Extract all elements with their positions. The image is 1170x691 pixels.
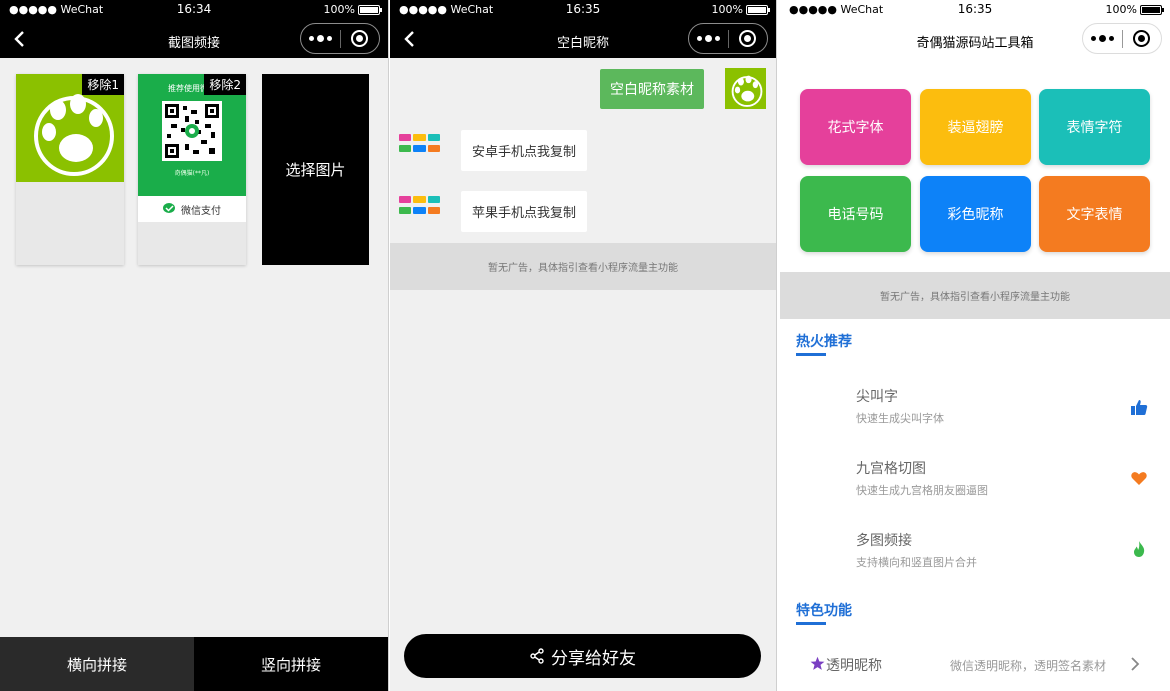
featured-title: 透明昵称 [826,658,882,674]
tile-emoji-chars[interactable]: 表情字符 [1039,89,1150,165]
flame-icon[interactable] [1130,540,1148,558]
screen-blank-nickname: ●●●●● WeChat 16:35 100% 空白昵称 空白昵称素材 安卓手机… [390,0,777,691]
tile-phone-number[interactable]: 电话号码 [800,176,911,252]
rec-desc-nine-grid: 快速生成九宫格朋友圈逼图 [856,484,988,497]
miniprogram-capsule [1082,23,1162,54]
blank-nickname-material-bubble[interactable]: 空白昵称素材 [600,69,704,109]
qr-code-image [162,101,222,161]
more-icon[interactable] [1083,35,1122,42]
miniprogram-capsule [300,23,380,54]
battery-icon [358,4,382,15]
battery-percent: 100% [323,3,355,16]
chevron-right-icon [1131,657,1140,671]
rec-desc-scream: 快速生成尖叫字体 [856,412,944,425]
horizontal-stitch-button[interactable]: 横向拼接 [0,637,194,691]
share-label: 分享给好友 [551,648,636,669]
rec-title-scream[interactable]: 尖叫字 [856,386,898,406]
close-miniprogram-icon[interactable] [728,30,767,47]
stitch-mode-tabs: 横向拼接 竖向拼接 [0,637,388,691]
ad-banner: 暂无广告，具体指引查看小程序流量主功能 [390,243,776,290]
battery-icon [1140,4,1164,15]
share-to-friend-button[interactable]: 分享给好友 [404,634,761,678]
nav-bar: 截图频接 [0,20,388,58]
tile-color-nickname[interactable]: 彩色昵称 [920,176,1031,252]
battery-icon [746,4,770,15]
apple-copy-button[interactable]: 苹果手机点我复制 [461,191,588,232]
featured-desc: 微信透明昵称，透明签名素材 [950,659,1107,673]
avatar [725,68,766,109]
wechat-pay-icon [163,203,175,213]
android-copy-button[interactable]: 安卓手机点我复制 [461,130,588,171]
battery-percent: 100% [711,3,743,16]
featured-row-transparent-nickname[interactable]: 透明昵称 微信透明昵称，透明签名素材 [780,645,1170,685]
rec-title-nine-grid[interactable]: 九宫格切图 [856,458,926,478]
battery-percent: 100% [1105,3,1137,16]
status-bar: ●●●●● WeChat 16:34 100% [0,0,388,20]
heart-icon[interactable] [1130,469,1148,487]
tile-fancy-font[interactable]: 花式字体 [800,89,911,165]
rec-title-multi-stitch[interactable]: 多图频接 [856,530,912,550]
nav-bar: 奇偶猫源码站工具箱 [780,20,1170,58]
screen-image-stitch: ●●●●● WeChat 16:34 100% 截图频接 移除1 推荐使用微信 [0,0,389,691]
section-title-featured: 特色功能 [796,603,852,619]
nav-bar: 空白昵称 [390,20,776,58]
tool-grid-icon [399,190,440,216]
screen-toolbox-home: ●●●●● WeChat 16:35 100% 奇偶猫源码站工具箱 花式字体 装… [780,0,1170,691]
selected-image-2[interactable]: 推荐使用微信 奇偶猫(**凡) 微信支付 移除2 [138,74,246,265]
rec-desc-multi-stitch: 支持横向和竖直图片合并 [856,556,977,569]
selected-image-1[interactable]: 移除1 [16,74,124,265]
close-miniprogram-icon[interactable] [1122,30,1161,47]
miniprogram-capsule [688,23,768,54]
status-bar: ●●●●● WeChat 16:35 100% [780,0,1170,20]
select-image-button[interactable]: 选择图片 [262,74,369,265]
vertical-stitch-button[interactable]: 竖向拼接 [194,637,388,691]
tool-grid-icon [399,128,440,154]
remove-image-2-button[interactable]: 移除2 [204,74,246,95]
qr-merchant-name: 奇偶猫(**凡) [174,170,210,177]
star-icon [810,656,825,670]
tile-wings[interactable]: 装逼翅膀 [920,89,1031,165]
more-icon[interactable] [301,35,340,42]
status-bar: ●●●●● WeChat 16:35 100% [390,0,776,20]
ad-banner: 暂无广告，具体指引查看小程序流量主功能 [780,272,1170,319]
share-icon [530,648,544,664]
close-miniprogram-icon[interactable] [340,30,379,47]
section-title-hot: 热火推荐 [796,334,852,350]
thumbs-up-icon[interactable] [1130,398,1148,416]
more-icon[interactable] [689,35,728,42]
remove-image-1-button[interactable]: 移除1 [82,74,124,95]
wechat-pay-label: 微信支付 [181,205,221,217]
tile-text-emoticon[interactable]: 文字表情 [1039,176,1150,252]
